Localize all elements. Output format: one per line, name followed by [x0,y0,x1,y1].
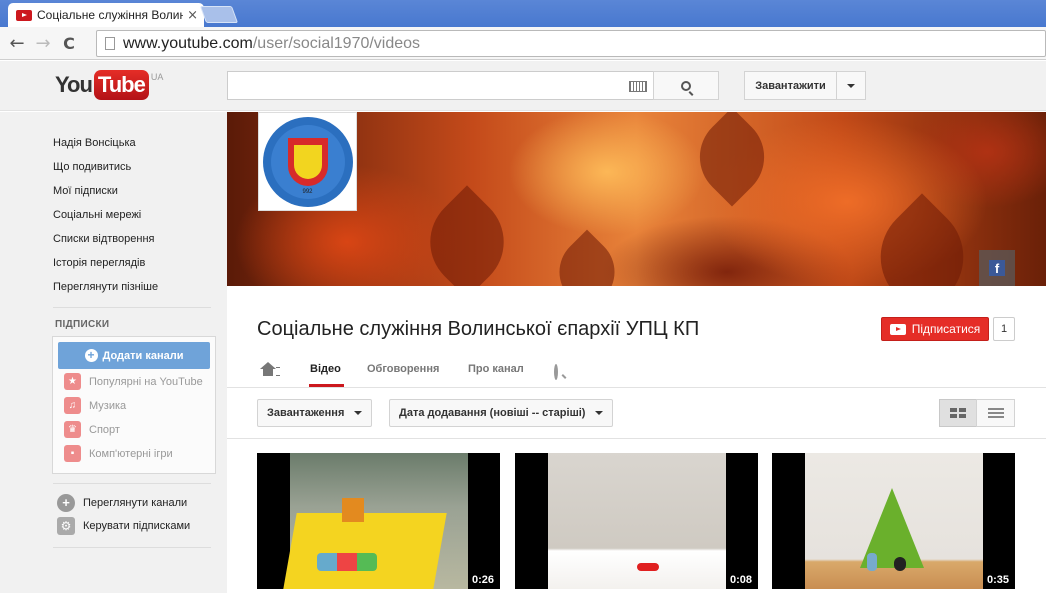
video-duration: 0:26 [469,574,496,586]
plus-icon: + [84,349,98,362]
browser-tab-active[interactable]: Соціальне служіння Волинс × [8,3,204,27]
video-thumbnail[interactable]: 0:35 [772,453,1015,589]
channel-logo[interactable]: 992 [258,112,357,211]
upload-button[interactable]: Завантажити [744,71,837,100]
gamepad-icon: ▪ [64,445,81,462]
divider [53,307,211,308]
subscribe-button[interactable]: Підписатися [881,317,989,341]
headphones-icon: ♫ [64,397,81,414]
list-view-button[interactable] [976,399,1015,427]
home-icon[interactable] [260,362,280,378]
star-icon: ★ [64,373,81,390]
tab-title: Соціальне служіння Волинс [37,8,184,22]
keyboard-icon[interactable] [629,81,647,92]
guide-sidebar: Надія Вонсіцька Що подивитись Мої підпис… [0,112,227,593]
guide-link-playlists[interactable]: Списки відтворення [53,233,154,245]
subscription-label: Музика [89,399,127,412]
subscription-item-popular[interactable]: ★ Популярні на YouTube [64,373,203,390]
page-icon [105,37,115,50]
youtube-play-icon [889,323,906,335]
youtube-masthead: You Tube UA Завантажити [0,61,1046,111]
subscription-item-music[interactable]: ♫ Музика [64,397,126,414]
subscription-label: Комп'ютерні ігри [89,447,173,460]
trophy-icon: ♛ [64,421,81,438]
subscription-item-gaming[interactable]: ▪ Комп'ютерні ігри [64,445,173,462]
tab-discussion[interactable]: Обговорення [367,363,439,375]
tab-videos[interactable]: Відео [310,363,341,375]
chevron-down-icon [354,411,363,415]
active-tab-indicator [309,384,344,387]
guide-link-social[interactable]: Соціальні мережі [53,209,141,221]
youtube-logo[interactable]: You Tube UA [55,70,163,100]
guide-link-my-subscriptions[interactable]: Мої підписки [53,185,118,197]
chevron-down-icon [847,83,855,88]
search-button[interactable] [653,71,719,100]
subscription-item-sport[interactable]: ♛ Спорт [64,421,120,438]
grid-view-button[interactable] [939,399,977,427]
new-tab-button[interactable] [199,6,239,23]
logo-tube: Tube [93,70,149,100]
address-bar[interactable]: www.youtube.com/user/social1970/videos [96,30,1046,57]
manage-subscriptions-label: Керувати підписками [83,520,191,532]
facebook-icon: f [989,260,1005,276]
browse-channels-button[interactable]: + Переглянути канали [57,494,187,512]
subscriber-count: 1 [993,317,1015,341]
plus-circle-icon: + [57,494,75,512]
subscription-label: Спорт [89,423,120,436]
manage-subscriptions-button[interactable]: ⚙ Керувати підписками [57,517,190,535]
back-icon[interactable]: ← [4,30,30,56]
facebook-link[interactable]: f [979,250,1015,286]
divider [53,547,211,548]
subscribe-label: Підписатися [911,322,981,336]
divider [53,483,211,484]
gear-icon: ⚙ [57,517,75,535]
uploads-filter-dropdown[interactable]: Завантаження [257,399,373,427]
url-text: www.youtube.com/user/social1970/videos [123,35,420,53]
browser-toolbar: ← → C www.youtube.com/user/social1970/vi… [0,27,1046,60]
sort-label: Дата додавання (новіші -- старіші) [399,407,586,419]
forward-icon[interactable]: → [30,30,56,56]
guide-link-watch-later[interactable]: Переглянути пізніше [53,281,158,293]
url-path: /user/social1970/videos [252,34,421,52]
browse-channels-label: Переглянути канали [83,497,188,509]
subscriptions-heading: ПІДПИСКИ [55,319,110,330]
guide-link-history[interactable]: Історія переглядів [53,257,145,269]
channel-search-button[interactable] [554,364,558,380]
url-domain: www.youtube.com [123,34,253,52]
search-input[interactable] [227,71,654,100]
guide-link-profile[interactable]: Надія Вонсіцька [53,137,136,149]
video-duration: 0:35 [984,574,1011,586]
logo-you: You [55,72,93,97]
logo-region: UA [150,72,164,82]
add-channels-button[interactable]: + Додати канали [58,342,210,369]
reload-icon[interactable]: C [56,30,82,56]
uploads-filter-label: Завантаження [267,407,345,419]
video-duration: 0:08 [727,574,754,586]
subscriptions-box: + Додати канали ★ Популярні на YouTube ♫… [52,336,216,474]
add-channels-label: Додати канали [102,349,184,362]
divider [227,438,1046,439]
youtube-favicon-icon [16,9,32,21]
list-icon [987,408,1004,418]
sort-dropdown[interactable]: Дата додавання (новіші -- старіші) [389,399,614,427]
search-icon [554,364,558,380]
seal-year: 992 [302,188,313,195]
channel-title: Соціальне служіння Волинської єпархії УП… [257,318,700,340]
upload-menu-button[interactable] [836,71,866,100]
chevron-down-icon [595,411,604,415]
guide-link-what-to-watch[interactable]: Що подивитись [53,161,131,173]
search-icon [681,80,691,91]
video-thumbnail[interactable]: 0:26 [257,453,500,589]
video-thumbnail[interactable]: 0:08 [515,453,758,589]
tab-close-icon[interactable]: × [187,8,198,23]
tab-about[interactable]: Про канал [468,363,524,375]
diocese-seal-icon: 992 [262,116,353,207]
channel-tabs: Відео Обговорення Про канал [227,352,1046,388]
subscription-label: Популярні на YouTube [89,375,203,388]
browser-tabstrip: Соціальне служіння Волинс × [0,0,1046,27]
grid-icon [950,408,966,418]
